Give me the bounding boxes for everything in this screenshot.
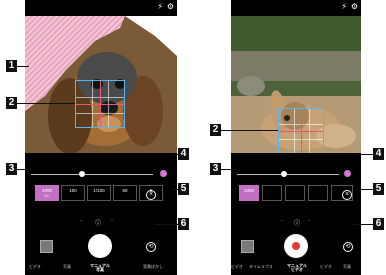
mode-timelapse[interactable]: タイムラプス	[249, 264, 273, 270]
callout-leader	[357, 154, 373, 155]
callout-leader	[172, 189, 178, 190]
bottom-controls: ⟲ ビデオ タイムラプス マニュアル ビデオ ビデオ 写真	[231, 228, 361, 275]
callout-2: 2	[210, 124, 221, 136]
callout-3: 3	[210, 163, 221, 175]
close-icon: ×	[148, 191, 154, 198]
callout-2: 2	[6, 97, 17, 109]
mode-selector: ビデオ 写真 マニュアル 写真 背景ぼかし	[25, 264, 177, 274]
close-icon: ×	[344, 191, 350, 198]
record-icon	[292, 242, 300, 250]
mode-selector: ビデオ タイムラプス マニュアル ビデオ ビデオ 写真	[231, 264, 361, 274]
switch-camera-icon[interactable]: ⟲	[146, 242, 156, 252]
iso-chip[interactable]: 4000 ISO	[35, 185, 59, 201]
status-bar: ⚡ ⚙	[231, 0, 361, 16]
flash-off-icon[interactable]: ⚡	[341, 2, 347, 12]
adjust-slider-track[interactable]	[31, 174, 153, 175]
right-phone-screen: ⚡ ⚙ 4000 × · ⓘ · ⟲ ビデオ タイムラプス マニュアル ビデオ …	[231, 0, 361, 275]
left-phone-screen: ⚡ ⚙ 4000 ISO 100 1/100 50 5 × · ⓘ · ⟲ ビデ…	[25, 0, 177, 275]
callout-5: 5	[178, 183, 189, 195]
manual-settings-panel: 4000 ISO 100 1/100 50 5	[25, 160, 177, 216]
callout-leader	[221, 130, 278, 131]
slider-control-button[interactable]	[160, 170, 167, 177]
info-icon[interactable]: ⓘ	[95, 218, 101, 227]
chip-value: 100	[69, 188, 77, 193]
record-button[interactable]	[284, 234, 308, 258]
gear-icon[interactable]: ⚙	[167, 2, 174, 12]
gallery-thumbnail[interactable]	[40, 240, 53, 253]
chip-label: ISO	[43, 194, 51, 198]
callout-leader	[352, 224, 373, 225]
slider-control-button[interactable]	[344, 170, 351, 177]
setting-chip[interactable]	[285, 185, 305, 201]
info-icon[interactable]: ⓘ	[294, 218, 300, 227]
setting-chip[interactable]: 100	[61, 185, 85, 201]
gallery-thumbnail[interactable]	[241, 240, 254, 253]
camera-viewfinder[interactable]	[231, 16, 361, 153]
setting-chip[interactable]	[262, 185, 282, 201]
setting-chip[interactable]	[308, 185, 328, 201]
info-dot: ·	[111, 218, 113, 224]
bottom-controls: ⟲ ビデオ 写真 マニュアル 写真 背景ぼかし	[25, 228, 177, 275]
mode-manual-video[interactable]: マニュアル ビデオ	[285, 264, 309, 272]
slider-thumb[interactable]	[79, 171, 85, 177]
mode-manual-photo[interactable]: マニュアル 写真	[87, 264, 113, 272]
slider-thumb[interactable]	[281, 171, 287, 177]
crosshair-vertical	[100, 81, 101, 127]
close-manual-button[interactable]: ×	[146, 190, 156, 200]
callout-leader	[172, 154, 178, 155]
mode-photo[interactable]: 写真	[63, 264, 71, 270]
setting-chip[interactable]: 50	[113, 185, 137, 201]
settings-chip-row: 4000	[239, 185, 355, 201]
shutter-button[interactable]	[88, 234, 112, 258]
shutter-speed-chip[interactable]: 1/100	[87, 185, 111, 201]
switch-camera-icon[interactable]: ⟲	[343, 242, 353, 252]
gear-icon[interactable]: ⚙	[351, 2, 358, 12]
mode-video-2[interactable]: ビデオ	[320, 264, 332, 270]
iso-chip[interactable]: 4000	[239, 185, 259, 201]
mode-bokeh[interactable]: 背景ぼかし	[143, 264, 163, 270]
close-manual-button[interactable]: ×	[342, 190, 352, 200]
info-dot: ·	[308, 218, 310, 224]
crosshair-vertical	[301, 109, 302, 153]
focus-frame[interactable]	[278, 108, 324, 153]
mode-video[interactable]: ビデオ	[231, 264, 243, 270]
info-dot: ·	[80, 218, 82, 224]
mode-photo[interactable]: 写真	[343, 264, 351, 270]
callout-leader	[221, 169, 237, 170]
status-bar: ⚡ ⚙	[25, 0, 177, 16]
chip-value: 4000	[243, 188, 254, 193]
flash-off-icon[interactable]: ⚡	[157, 2, 163, 12]
callout-6: 6	[178, 218, 189, 230]
callout-leader	[155, 224, 178, 225]
camera-viewfinder[interactable]	[25, 16, 177, 153]
callout-leader	[17, 103, 75, 104]
focus-frame[interactable]	[75, 80, 125, 128]
callout-4: 4	[373, 148, 384, 160]
callout-1: 1	[6, 60, 17, 72]
adjust-slider-track[interactable]	[237, 174, 339, 175]
callout-6: 6	[373, 218, 384, 230]
mode-video[interactable]: ビデオ	[29, 264, 41, 270]
callout-leader	[17, 66, 29, 67]
manual-settings-panel: 4000	[231, 160, 361, 216]
callout-leader	[361, 189, 373, 190]
info-row: · ⓘ ·	[25, 218, 177, 228]
chip-value: 50	[122, 188, 128, 193]
info-row: · ⓘ ·	[231, 218, 361, 228]
chip-value: 1/100	[93, 188, 105, 193]
callout-5: 5	[373, 183, 384, 195]
callout-leader	[17, 169, 31, 170]
callout-4: 4	[178, 148, 189, 160]
chip-value: 4000	[41, 188, 52, 193]
info-dot: ·	[281, 218, 283, 224]
callout-3: 3	[6, 163, 17, 175]
